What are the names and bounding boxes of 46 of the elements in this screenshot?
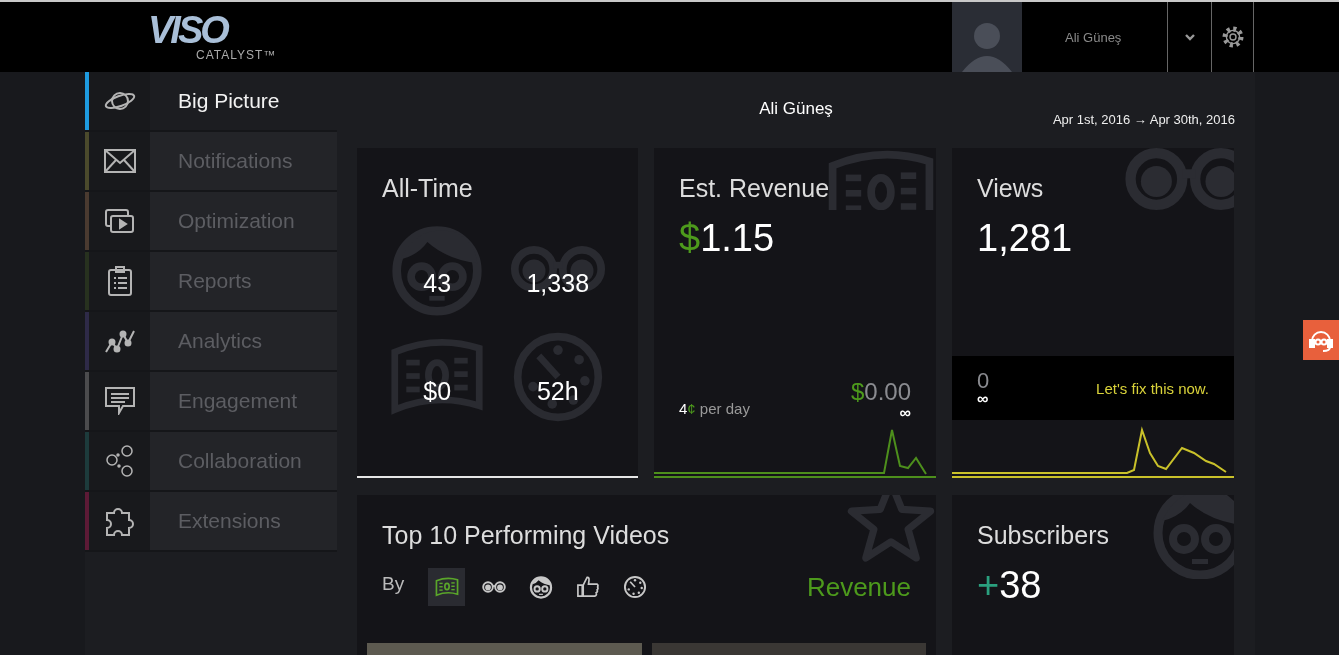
chevron-down-icon	[1184, 33, 1195, 41]
page-title: Ali Güneş	[759, 99, 833, 119]
revenue-goal: $0.00	[850, 378, 911, 406]
current-sort-label: Revenue	[806, 571, 911, 603]
people-network-icon	[104, 445, 135, 477]
face-with-glasses-icon	[528, 575, 553, 599]
card-title: All-Time	[382, 174, 473, 203]
video-icon	[104, 208, 135, 234]
subscribers-count: +38	[977, 564, 1042, 607]
card-title: Subscribers	[977, 521, 1109, 550]
banknote-icon	[826, 148, 936, 210]
date-range[interactable]: Apr 1st, 2016 → Apr 30th, 2016	[1052, 112, 1235, 127]
per-day-revenue: 4¢ per day	[679, 400, 750, 417]
clipboard-icon	[106, 266, 133, 296]
video-thumbnail[interactable]	[367, 643, 642, 655]
support-button[interactable]	[1303, 320, 1339, 360]
stat-value: 1,338	[526, 268, 590, 298]
settings-icon	[1220, 25, 1245, 49]
stat-value: 43	[423, 268, 452, 298]
banknote-icon	[434, 575, 459, 599]
envelope-icon	[103, 149, 136, 173]
card-title: Top 10 Performing Videos	[382, 521, 670, 550]
revenue-amount: $1.15	[679, 217, 775, 260]
stat-value: $0	[423, 376, 452, 406]
card-title: Views	[977, 174, 1044, 203]
stat-value: 52h	[536, 376, 579, 406]
sort-option-tab[interactable]	[428, 568, 466, 606]
card-title: Est. Revenue	[679, 174, 830, 203]
thumbs-up-icon	[575, 575, 600, 599]
settings-button[interactable]	[1211, 2, 1254, 72]
video-thumbnail[interactable]	[651, 643, 926, 655]
scatter-chart-icon	[103, 328, 136, 354]
clock-icon	[622, 575, 647, 599]
avatar-placeholder	[952, 2, 1022, 72]
puzzle-piece-icon	[104, 505, 135, 537]
eyeglasses-icon	[1124, 148, 1234, 210]
user-name: Ali Güneş	[1065, 29, 1122, 45]
sort-by-label: By	[382, 573, 405, 595]
logo-subtitle: CATALYST™	[196, 48, 277, 62]
logo-wordmark: VISO	[148, 12, 227, 48]
fix-link[interactable]: Let's fix this now.	[1096, 379, 1209, 397]
views-count: 1,281	[977, 217, 1073, 260]
chat-bubble-icon	[104, 387, 135, 415]
goal-period: ∞	[977, 392, 990, 406]
views-goal: 0	[977, 370, 990, 392]
goal-period: ∞	[899, 406, 911, 420]
